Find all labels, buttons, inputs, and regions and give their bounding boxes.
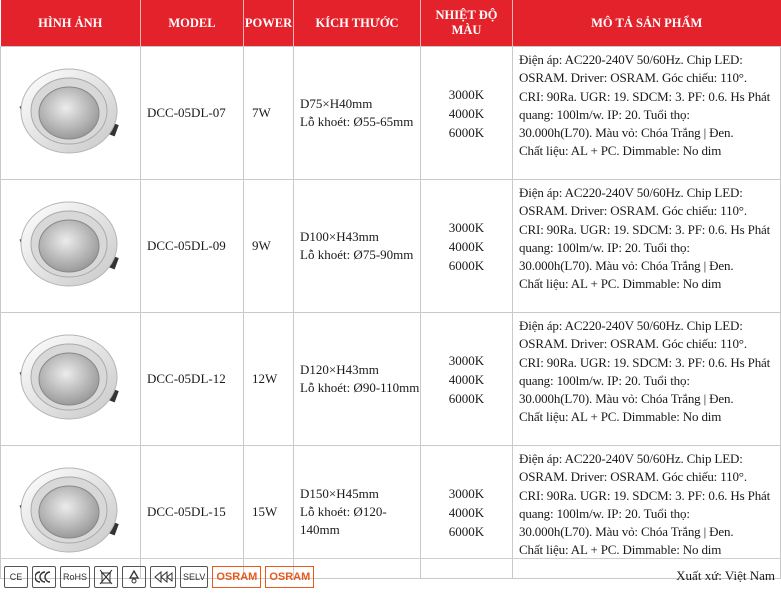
desc-text: 30.000h(L70). Màu vỏ: Chóa Trắng | Đen.: [519, 258, 734, 274]
desc-text: Chất liệu: AL + PC. Dimmable: No dim: [519, 276, 722, 292]
cct-text: 6000K: [448, 257, 485, 273]
description-cell: Điện áp: AC220-240V 50/60Hz. Chip LED: OS…: [512, 179, 781, 313]
cct-text: 3000K: [448, 86, 485, 102]
cutout-text: Lỗ khoét: Ø75-90mm: [300, 247, 414, 262]
cct-text: 6000K: [448, 124, 485, 140]
ce-mark-icon: CE: [4, 566, 28, 588]
desc-text: OSRAM. Driver: OSRAM. Góc chiếu: 110°.: [519, 70, 747, 86]
recycle-icon: [122, 566, 147, 588]
origin-text: Xuất xứ: Việt Nam: [676, 568, 775, 583]
cct-text: 3000K: [448, 485, 485, 501]
model-text: DCC-05DL-12: [147, 371, 226, 386]
energy-mark-icon: [150, 566, 177, 588]
weee-bin-icon: [94, 566, 119, 588]
cct-text: 3000K: [448, 219, 485, 235]
desc-text: Điện áp: AC220-240V 50/60Hz. Chip LED:: [519, 52, 743, 67]
desc-text: OSRAM. Driver: OSRAM. Góc chiếu: 110°.: [519, 336, 747, 352]
cct-cell: 3000K 4000K 6000K: [420, 46, 513, 180]
desc-text: 30.000h(L70). Màu vỏ: Chóa Trắng | Đen.: [519, 391, 734, 407]
product-spec-table: HÌNH ẢNH MODEL POWER KÍCH THƯỚC NHIỆT ĐỘ…: [0, 0, 781, 579]
rohs-mark-icon: RoHS: [60, 566, 91, 588]
power-text: 9W: [252, 238, 271, 253]
osram-logo: OSRAM: [212, 566, 262, 588]
desc-text: CRI: 90Ra. UGR: 19. SDCM: 3. PF: 0.6. Hs…: [519, 88, 771, 104]
size-cell: D120×H43mm Lỗ khoét: Ø90-110mm: [293, 312, 421, 446]
header-description: MÔ TẢ SẢN PHẨM: [512, 0, 781, 47]
header-model: MODEL: [140, 0, 244, 47]
cutout-text: Lỗ khoét: Ø90-110mm: [300, 380, 420, 395]
power-text: 7W: [252, 105, 271, 120]
size-cell: D75×H40mm Lỗ khoét: Ø55-65mm: [293, 46, 421, 180]
desc-text: Điện áp: AC220-240V 50/60Hz. Chip LED:: [519, 318, 743, 333]
description-cell: Điện áp: AC220-240V 50/60Hz. Chip LED: OS…: [512, 46, 781, 180]
desc-text: 30.000h(L70). Màu vỏ: Chóa Trắng | Đen.: [519, 125, 734, 141]
ccc-mark-icon: [32, 566, 56, 588]
downlight-image: [19, 201, 119, 287]
size-text: D150×H45mm: [300, 486, 379, 501]
size-text: D100×H43mm: [300, 229, 379, 244]
header-cct: NHIỆT ĐỘ MÀU: [420, 0, 513, 47]
desc-text: Điện áp: AC220-240V 50/60Hz. Chip LED:: [519, 185, 743, 200]
power-cell: 7W: [243, 46, 294, 180]
table-row: DCC-05DL-12 12W D120×H43mm Lỗ khoét: Ø90-…: [0, 312, 781, 446]
desc-text: quang: 100lm/w. IP: 20. Tuổi thọ:: [519, 239, 690, 255]
downlight-image: [19, 467, 119, 553]
desc-text: Điện áp: AC220-240V 50/60Hz. Chip LED:: [519, 451, 743, 466]
selv-mark-icon: SELV: [180, 566, 209, 588]
cutout-text: Lỗ khoét: Ø55-65mm: [300, 114, 414, 129]
cutout-text: Lỗ khoét: Ø120-140mm: [300, 504, 387, 537]
desc-text: CRI: 90Ra. UGR: 19. SDCM: 3. PF: 0.6. Hs…: [519, 354, 771, 370]
description-cell: Điện áp: AC220-240V 50/60Hz. Chip LED: OS…: [512, 312, 781, 446]
model-text: DCC-05DL-07: [147, 105, 226, 120]
desc-text: 30.000h(L70). Màu vỏ: Chóa Trắng | Đen.: [519, 524, 734, 540]
power-cell: 9W: [243, 179, 294, 313]
downlight-image: [19, 334, 119, 420]
table-row: DCC-05DL-07 7W D75×H40mm Lỗ khoét: Ø55-65…: [0, 46, 781, 180]
certification-logos: CE RoHS SELV OSRAM OSRAM: [4, 565, 315, 589]
header-power: POWER: [243, 0, 294, 47]
product-image-cell: [0, 179, 141, 313]
product-image-cell: [0, 312, 141, 446]
size-text: D120×H43mm: [300, 362, 379, 377]
desc-text: OSRAM. Driver: OSRAM. Góc chiếu: 110°.: [519, 469, 747, 485]
model-cell: DCC-05DL-12: [140, 312, 244, 446]
cct-text: 4000K: [448, 371, 485, 387]
desc-text: CRI: 90Ra. UGR: 19. SDCM: 3. PF: 0.6. Hs…: [519, 221, 771, 237]
downlight-image: [19, 68, 119, 154]
desc-text: Chất liệu: AL + PC. Dimmable: No dim: [519, 409, 722, 425]
model-text: DCC-05DL-09: [147, 238, 226, 253]
cct-cell: 3000K 4000K 6000K: [420, 179, 513, 313]
header-size: KÍCH THƯỚC: [293, 0, 421, 47]
header-image: HÌNH ẢNH: [0, 0, 141, 47]
product-image-cell: [0, 46, 141, 180]
cct-cell: 3000K 4000K 6000K: [420, 312, 513, 446]
power-text: 15W: [252, 504, 278, 519]
desc-text: quang: 100lm/w. IP: 20. Tuổi thọ:: [519, 106, 690, 122]
size-text: D75×H40mm: [300, 96, 373, 111]
desc-text: quang: 100lm/w. IP: 20. Tuổi thọ:: [519, 505, 690, 521]
cct-text: 6000K: [448, 390, 485, 406]
table-row: DCC-05DL-09 9W D100×H43mm Lỗ khoét: Ø75-9…: [0, 179, 781, 313]
footer: CE RoHS SELV OSRAM OSRAM Xuất xứ: Việt N…: [0, 558, 781, 596]
cct-text: 3000K: [448, 352, 485, 368]
desc-text: Chất liệu: AL + PC. Dimmable: No dim: [519, 143, 722, 159]
model-text: DCC-05DL-15: [147, 504, 226, 519]
desc-text: OSRAM. Driver: OSRAM. Góc chiếu: 110°.: [519, 203, 747, 219]
desc-text: quang: 100lm/w. IP: 20. Tuổi thọ:: [519, 372, 690, 388]
model-cell: DCC-05DL-07: [140, 46, 244, 180]
cct-text: 6000K: [448, 523, 485, 539]
osram-logo-2: OSRAM: [265, 566, 315, 588]
model-cell: DCC-05DL-09: [140, 179, 244, 313]
table-header-row: HÌNH ẢNH MODEL POWER KÍCH THƯỚC NHIỆT ĐỘ…: [0, 0, 781, 47]
power-cell: 12W: [243, 312, 294, 446]
power-text: 12W: [252, 371, 278, 386]
desc-text: CRI: 90Ra. UGR: 19. SDCM: 3. PF: 0.6. Hs…: [519, 487, 771, 503]
size-cell: D100×H43mm Lỗ khoét: Ø75-90mm: [293, 179, 421, 313]
cct-text: 4000K: [448, 504, 485, 520]
cct-text: 4000K: [448, 238, 485, 254]
cct-text: 4000K: [448, 105, 485, 121]
